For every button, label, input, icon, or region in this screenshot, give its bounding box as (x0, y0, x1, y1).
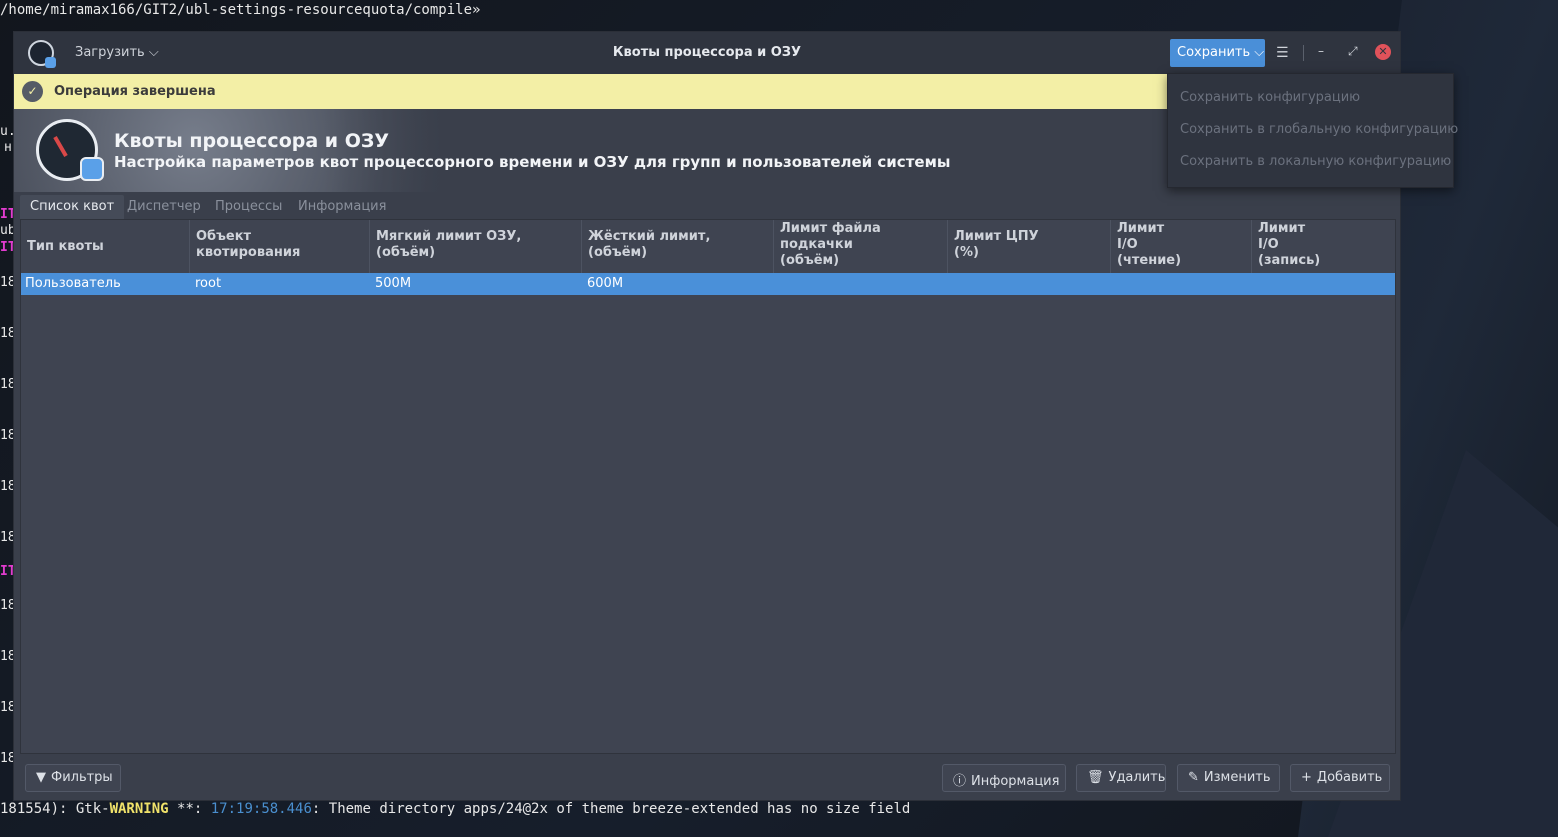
filters-button-label: Фильтры (51, 770, 113, 785)
edit-button[interactable]: ✎ Изменить (1177, 764, 1280, 792)
terminal-path-line: /home/miramax166/GIT2/ubl-settings-resou… (0, 2, 481, 18)
save-button[interactable]: Сохранить ⌵ (1170, 39, 1265, 67)
delete-button[interactable]: 🗑 Удалить (1076, 764, 1166, 792)
tab-information[interactable]: Информация (288, 195, 396, 219)
titlebar: Загрузить ⌵ Квоты процессора и ОЗУ Сохра… (14, 32, 1400, 74)
pencil-icon: ✎ (1188, 770, 1199, 785)
plus-icon: + (1301, 770, 1312, 785)
tab-dispatcher[interactable]: Диспетчер (117, 195, 211, 219)
add-button-label: Добавить (1316, 770, 1383, 785)
column-header[interactable]: Жёсткий лимит, (объём) (581, 220, 773, 273)
save-dropdown-menu: Сохранить конфигурацию Сохранить в глоба… (1167, 73, 1458, 188)
bottom-toolbar: ▼ Фильтры ⓘ Информация 🗑 Удалить ✎ Изменить … (14, 760, 1400, 796)
column-header[interactable]: Объект квотирования (189, 220, 369, 273)
column-header[interactable]: Лимит I/O (запись) (1251, 220, 1395, 273)
terminal-warning-sep: **: (168, 801, 211, 817)
info-button-label: Информация (971, 774, 1060, 789)
cell-quota-type: Пользователь (25, 276, 121, 291)
cell-hard-limit: 600M (587, 276, 624, 291)
edit-button-label: Изменить (1203, 770, 1271, 785)
minimize-button[interactable]: – (1318, 44, 1324, 58)
info-icon: ⓘ (953, 774, 967, 789)
terminal-warning-time: 17:19:58.446 (210, 801, 312, 817)
table-row[interactable]: Пользователь root 500M 600M (21, 273, 1395, 295)
trash-icon: 🗑 (1087, 770, 1104, 785)
banner-title: Квоты процессора и ОЗУ (114, 130, 390, 152)
tab-processes[interactable]: Процессы (205, 195, 292, 219)
terminal-warning-line: 181554): Gtk-WARNING **: 17:19:58.446: T… (0, 801, 910, 817)
quota-table: Тип квоты Объект квотирования Мягкий лим… (20, 219, 1396, 754)
table-header: Тип квоты Объект квотирования Мягкий лим… (21, 220, 1395, 273)
add-button[interactable]: + Добавить (1290, 764, 1390, 792)
chevron-down-icon: ⌵ (1254, 45, 1265, 60)
menu-item-save-global[interactable]: Сохранить в глобальную конфигурацию (1180, 122, 1458, 137)
terminal-warning-text: : Theme directory apps/24@2x of theme br… (311, 801, 911, 817)
info-bar-message: Операция завершена (54, 84, 216, 99)
save-button-label: Сохранить (1177, 45, 1251, 60)
filters-button[interactable]: ▼ Фильтры (25, 764, 121, 792)
user-badge-icon (80, 157, 104, 181)
column-header[interactable]: Лимит файла подкачки (объём) (773, 220, 947, 273)
column-header[interactable]: Лимит ЦПУ (%) (947, 220, 1110, 273)
menu-item-save-config[interactable]: Сохранить конфигурацию (1180, 90, 1360, 105)
menu-icon[interactable]: ☰ (1276, 45, 1289, 61)
titlebar-divider (1303, 45, 1304, 61)
terminal-fragment: н (4, 140, 12, 155)
check-icon: ✓ (22, 81, 43, 102)
terminal-warning-prefix: 181554): Gtk- (0, 801, 110, 817)
tab-quota-list[interactable]: Список квот (20, 195, 125, 219)
maximize-button[interactable]: ⤢ (1348, 44, 1358, 59)
menu-item-save-local[interactable]: Сохранить в локальную конфигурацию (1180, 154, 1451, 169)
cell-soft-limit: 500M (375, 276, 412, 291)
column-header[interactable]: Лимит I/O (чтение) (1110, 220, 1251, 273)
filter-icon: ▼ (36, 770, 46, 785)
banner-subtitle: Настройка параметров квот процессорного … (114, 153, 951, 171)
close-button[interactable]: ✕ (1375, 44, 1391, 60)
terminal-warning-level: WARNING (109, 801, 169, 817)
column-header[interactable]: Тип квоты (21, 220, 189, 273)
cell-quota-object: root (195, 276, 222, 291)
info-button[interactable]: ⓘ Информация (942, 764, 1066, 792)
column-header[interactable]: Мягкий лимит ОЗУ, (объём) (369, 220, 581, 273)
delete-button-label: Удалить (1108, 770, 1166, 785)
